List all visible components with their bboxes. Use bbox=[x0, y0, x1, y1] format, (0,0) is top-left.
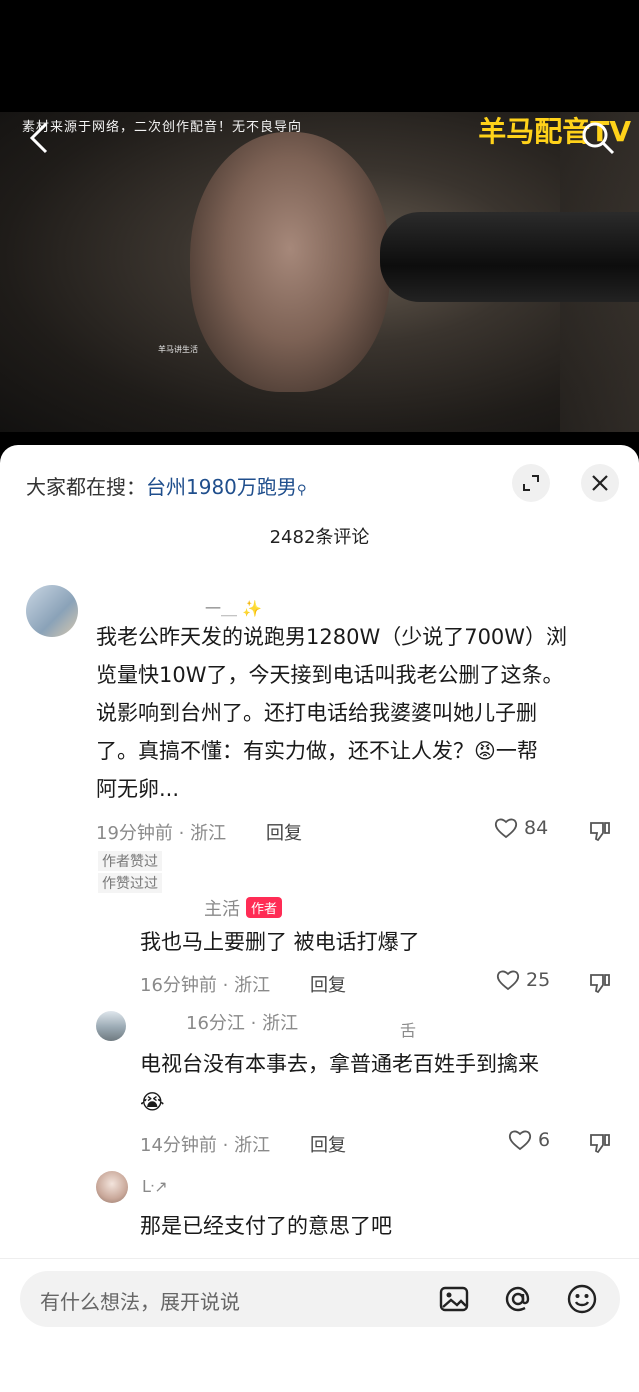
video-player[interactable]: 素材来源于网络，二次创作配音！无不良导向 羊马配音TV 羊马讲生活 bbox=[0, 112, 639, 432]
comment-text: 我也马上要删了 被电话打爆了 bbox=[140, 930, 420, 954]
reply-button[interactable]: 回复 bbox=[310, 971, 346, 997]
at-icon[interactable] bbox=[502, 1283, 534, 1315]
like-button[interactable]: 25 bbox=[496, 969, 550, 991]
comment-line: 我老公昨天发的说跑男1280W（少说了700W）浏 bbox=[96, 625, 568, 649]
comment-line: 电视台没有本事去，拿普通老百姓手到擒来 bbox=[140, 1052, 539, 1076]
avatar[interactable] bbox=[26, 585, 78, 637]
like-count: 25 bbox=[526, 969, 551, 991]
comment-composer-bar: 有什么想法，展开说说 bbox=[0, 1258, 639, 1392]
dislike-icon[interactable] bbox=[588, 819, 612, 843]
dislike-icon[interactable] bbox=[588, 1131, 612, 1155]
comment-time: 19分钟前 · 浙江 bbox=[96, 823, 227, 844]
comment-line: 😭 bbox=[140, 1090, 165, 1114]
hot-search-prefix: 大家都在搜： bbox=[26, 475, 146, 499]
like-button[interactable]: 6 bbox=[508, 1129, 550, 1151]
comment-input[interactable]: 有什么想法，展开说说 bbox=[20, 1271, 620, 1327]
comment-time: 14分钟前 · 浙江 bbox=[140, 1135, 271, 1156]
like-button[interactable]: 84 bbox=[494, 817, 548, 839]
close-button[interactable] bbox=[581, 464, 619, 502]
expand-button[interactable] bbox=[512, 464, 550, 502]
video-watermark: 素材来源于网络，二次创作配音！无不良导向 bbox=[22, 120, 303, 135]
hot-search-keyword[interactable]: 台州1980万跑男 bbox=[146, 475, 297, 499]
comment-line: 览量快10W了，今天接到电话叫我老公删了这条。 bbox=[96, 663, 564, 687]
comment-time: 16分钟前 · 浙江 bbox=[140, 975, 271, 996]
username-fragment: 舌 bbox=[400, 1021, 417, 1040]
search-icon[interactable] bbox=[578, 118, 618, 158]
comment-text: 电视台没有本事去，拿普通老百姓手到擒来 😭 bbox=[140, 1045, 539, 1121]
reply-button[interactable]: 回复 bbox=[310, 1131, 346, 1157]
back-icon[interactable] bbox=[24, 118, 54, 158]
video-frame-figure bbox=[190, 132, 390, 392]
expand-icon bbox=[523, 475, 539, 491]
comment-username[interactable]: 一＿ ✨ bbox=[205, 595, 262, 619]
comment-panel: 大家都在搜：台州1980万跑男⚲ 2482条评论 一＿ ✨ 我老公昨天发的说跑男… bbox=[0, 445, 639, 1391]
like-count: 6 bbox=[538, 1129, 551, 1151]
search-icon: ⚲ bbox=[296, 483, 307, 498]
close-icon bbox=[592, 475, 608, 491]
comment-line: 说影响到台州了。还打电话给我婆婆叫她儿子删 bbox=[96, 701, 537, 725]
comment-input-placeholder: 有什么想法，展开说说 bbox=[40, 1290, 240, 1314]
avatar[interactable] bbox=[96, 1171, 128, 1203]
comment-username[interactable]: 主活 作者 bbox=[204, 895, 283, 921]
status-area bbox=[0, 0, 639, 112]
comment-count: 2482条评论 bbox=[269, 527, 370, 548]
comment-username[interactable]: ᒷ↗ bbox=[142, 1177, 168, 1196]
comment-line: 了。真搞不懂：有实力做，还不让人发？😡一帮 bbox=[96, 739, 538, 763]
reply-button[interactable]: 回复 bbox=[266, 819, 302, 845]
comment-text: 那是已经支付了的意思了吧 bbox=[140, 1214, 392, 1238]
heart-icon bbox=[494, 818, 518, 839]
video-frame-scope bbox=[380, 212, 639, 302]
heart-icon bbox=[496, 970, 520, 991]
heart-icon bbox=[508, 1130, 532, 1151]
emoji-icon[interactable] bbox=[566, 1283, 598, 1315]
avatar[interactable] bbox=[96, 1011, 126, 1041]
author-liked-tag: 作赞过过 bbox=[98, 873, 162, 893]
dislike-icon[interactable] bbox=[588, 971, 612, 995]
comment-text: 我老公昨天发的说跑男1280W（少说了700W）浏 览量快10W了，今天接到电话… bbox=[96, 618, 567, 808]
username-text: 主活 bbox=[204, 899, 240, 920]
image-icon[interactable] bbox=[438, 1283, 470, 1315]
hot-search[interactable]: 大家都在搜：台州1980万跑男⚲ bbox=[26, 471, 306, 500]
video-caption: 羊马讲生活 bbox=[158, 345, 198, 354]
comment-line: 阿无卵... bbox=[96, 777, 180, 801]
author-liked-tag: 作者赞过 bbox=[98, 851, 162, 871]
comment-username[interactable]: 16分江 · 浙江 bbox=[186, 1009, 298, 1035]
like-count: 84 bbox=[524, 817, 549, 839]
author-badge: 作者 bbox=[246, 897, 283, 918]
